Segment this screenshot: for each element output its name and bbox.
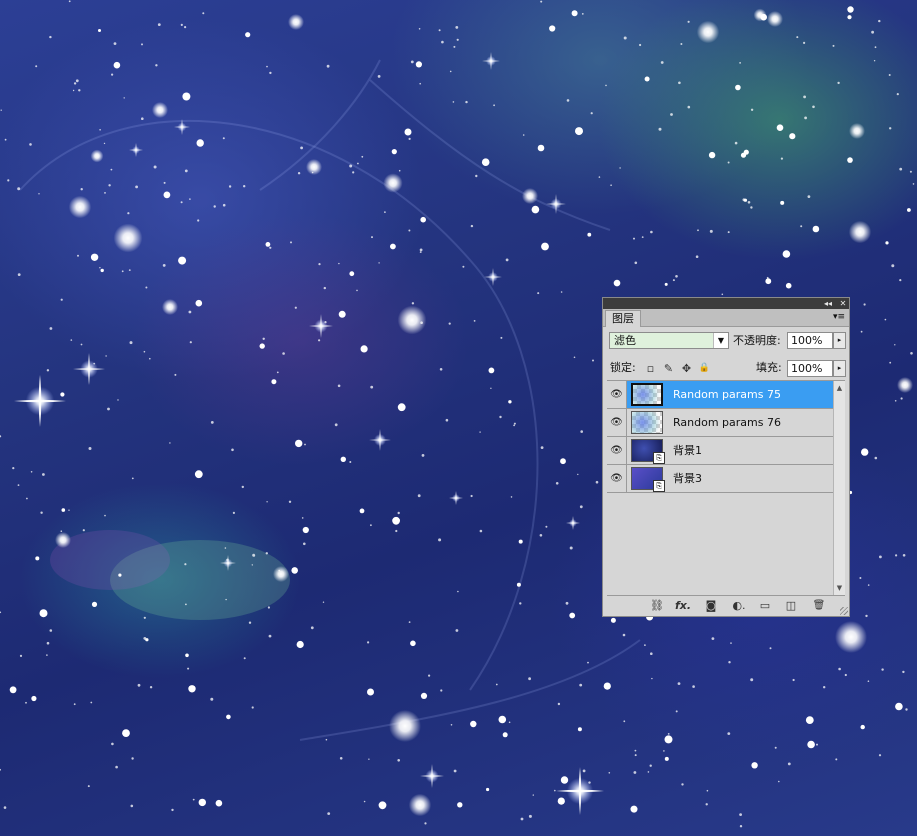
trash-icon[interactable]: 🗑: [811, 599, 827, 613]
fill-label: 填充:: [756, 361, 782, 374]
new-group-icon[interactable]: ▭: [757, 599, 773, 613]
layer-list-scrollbar[interactable]: ▲ ▼: [833, 381, 845, 595]
scroll-up-icon[interactable]: ▲: [834, 383, 845, 393]
layer-row-random-params-76[interactable]: 👁 Random params 76: [607, 409, 833, 437]
adjustment-layer-icon[interactable]: ◐.: [731, 599, 747, 613]
opacity-field[interactable]: 100% ▸: [787, 332, 846, 349]
link-layers-icon[interactable]: ⛓: [649, 599, 665, 613]
panel-menu-icon[interactable]: ▾≡: [832, 311, 846, 323]
eye-icon[interactable]: 👁: [607, 381, 627, 408]
add-mask-icon[interactable]: ◙: [703, 599, 719, 613]
lock-pixels-icon[interactable]: ✎: [662, 362, 675, 375]
layer-thumbnail: [631, 383, 663, 406]
layer-thumbnail: [631, 411, 663, 434]
resize-grip[interactable]: [840, 607, 848, 615]
layer-name[interactable]: Random params 76: [673, 409, 781, 436]
fill-value: 100%: [791, 362, 823, 375]
eye-icon[interactable]: 👁: [607, 409, 627, 436]
blend-mode-select[interactable]: 滤色 ▼: [609, 332, 729, 349]
fx-icon[interactable]: fx.: [675, 599, 691, 613]
collapse-panel-icon[interactable]: ◂◂: [821, 298, 835, 309]
scroll-down-icon[interactable]: ▼: [834, 583, 845, 593]
layer-name[interactable]: Random params 75: [673, 381, 781, 408]
layer-row-background-1[interactable]: 👁 ⎘ 背景1: [607, 437, 833, 465]
chevron-down-icon[interactable]: ▼: [713, 333, 728, 348]
new-layer-icon[interactable]: ◫: [783, 599, 799, 613]
layers-panel: ◂◂ ✕ 图层 ▾≡ 滤色 ▼ 不透明度: 100% ▸ 锁定: ▫ ✎ ✥ 🔒…: [602, 297, 850, 617]
eye-icon[interactable]: 👁: [607, 465, 627, 492]
blend-mode-value: 滤色: [614, 334, 636, 347]
panel-titlebar[interactable]: ◂◂ ✕: [603, 298, 849, 309]
lock-label: 锁定:: [610, 361, 636, 374]
panel-tab-row: 图层 ▾≡: [603, 309, 849, 327]
layer-row-background-3[interactable]: 👁 ⎘ 背景3: [607, 465, 833, 493]
close-panel-icon[interactable]: ✕: [837, 298, 849, 309]
lock-all-icon[interactable]: 🔒: [698, 362, 711, 375]
lock-transparency-icon[interactable]: ▫: [644, 362, 657, 375]
smart-object-link-icon: ⎘: [653, 480, 665, 492]
layer-name[interactable]: 背景1: [673, 437, 702, 464]
fill-stepper-icon[interactable]: ▸: [833, 360, 846, 377]
layer-row-random-params-75[interactable]: 👁 Random params 75: [607, 381, 833, 409]
tab-layers[interactable]: 图层: [605, 310, 641, 327]
panel-bottom-toolbar: ⛓ fx. ◙ ◐. ▭ ◫ 🗑: [603, 596, 849, 616]
fill-field[interactable]: 100% ▸: [787, 360, 846, 377]
opacity-label: 不透明度:: [733, 334, 781, 347]
layer-name[interactable]: 背景3: [673, 465, 702, 492]
opacity-value: 100%: [791, 334, 823, 347]
layer-thumbnail: ⎘: [631, 439, 665, 464]
layer-thumbnail: ⎘: [631, 467, 665, 492]
lock-position-icon[interactable]: ✥: [680, 362, 693, 375]
smart-object-link-icon: ⎘: [653, 452, 665, 464]
eye-icon[interactable]: 👁: [607, 437, 627, 464]
opacity-stepper-icon[interactable]: ▸: [833, 332, 846, 349]
layer-list: 👁 Random params 75 👁 Random params 76 👁 …: [607, 380, 845, 596]
